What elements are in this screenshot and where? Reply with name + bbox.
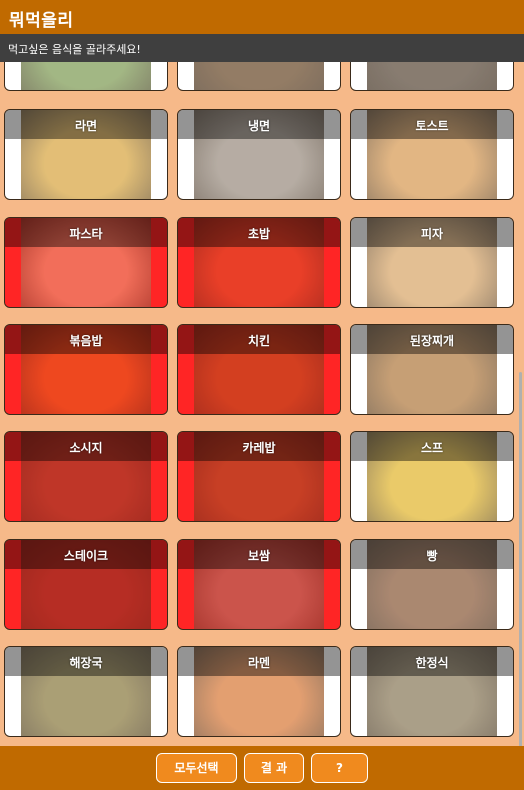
- food-label: 냉면: [247, 119, 271, 133]
- food-label: 해장국: [69, 656, 103, 670]
- food-tile[interactable]: 치킨: [177, 324, 341, 415]
- food-label: 빵: [426, 549, 438, 563]
- food-tile[interactable]: 라면: [4, 109, 168, 200]
- food-tile[interactable]: 파스타: [4, 217, 168, 308]
- food-label: 토스트: [415, 119, 449, 133]
- food-tile[interactable]: 피자: [350, 217, 514, 308]
- food-label: 된장찌개: [409, 334, 455, 348]
- scrollbar-thumb[interactable]: [519, 372, 522, 746]
- food-tile[interactable]: 냉면: [177, 109, 341, 200]
- food-label: 한정식: [415, 656, 449, 670]
- bottom-toolbar: 모두선택 결 과 ?: [0, 746, 524, 790]
- food-tile[interactable]: 스테이크: [4, 539, 168, 630]
- select-all-button[interactable]: 모두선택: [156, 753, 237, 783]
- food-tile[interactable]: 소시지: [4, 431, 168, 522]
- food-label: 스프: [420, 441, 444, 455]
- result-button[interactable]: 결 과: [244, 753, 304, 783]
- food-tile[interactable]: 볶음밥: [4, 324, 168, 415]
- app-bar: 뭐먹을리: [0, 0, 524, 34]
- help-button[interactable]: ?: [311, 753, 368, 783]
- food-label: 파스타: [69, 227, 103, 241]
- food-tile[interactable]: [177, 62, 341, 91]
- food-tile[interactable]: 초밥: [177, 217, 341, 308]
- food-label: 초밥: [247, 227, 271, 241]
- food-tile[interactable]: 된장찌개: [350, 324, 514, 415]
- food-label: 카레밥: [242, 441, 276, 455]
- food-label: 보쌈: [247, 549, 271, 563]
- food-label: 소시지: [69, 441, 103, 455]
- app-title: 뭐먹을리: [9, 11, 74, 31]
- food-tile[interactable]: [4, 62, 168, 91]
- instruction-bar: 먹고싶은 음식을 골라주세요!: [0, 34, 524, 62]
- food-grid[interactable]: 라면 냉면 토스트 파스타 초밥 피자 볶음밥 치킨 된장찌개 소시지 카레밥 …: [0, 62, 524, 746]
- food-tile[interactable]: 한정식: [350, 646, 514, 737]
- food-tile[interactable]: 빵: [350, 539, 514, 630]
- food-label: 라멘: [247, 656, 271, 670]
- food-label: 볶음밥: [69, 334, 103, 348]
- food-tile[interactable]: 스프: [350, 431, 514, 522]
- food-tile[interactable]: 카레밥: [177, 431, 341, 522]
- food-label: 피자: [420, 227, 444, 241]
- food-label: 치킨: [247, 334, 271, 348]
- food-tile[interactable]: 토스트: [350, 109, 514, 200]
- food-tile[interactable]: 보쌈: [177, 539, 341, 630]
- food-label: 스테이크: [63, 549, 109, 563]
- food-label: 라면: [74, 119, 98, 133]
- food-tile[interactable]: 라멘: [177, 646, 341, 737]
- instruction-text: 먹고싶은 음식을 골라주세요!: [8, 43, 141, 56]
- food-tile[interactable]: [350, 62, 514, 91]
- food-tile[interactable]: 해장국: [4, 646, 168, 737]
